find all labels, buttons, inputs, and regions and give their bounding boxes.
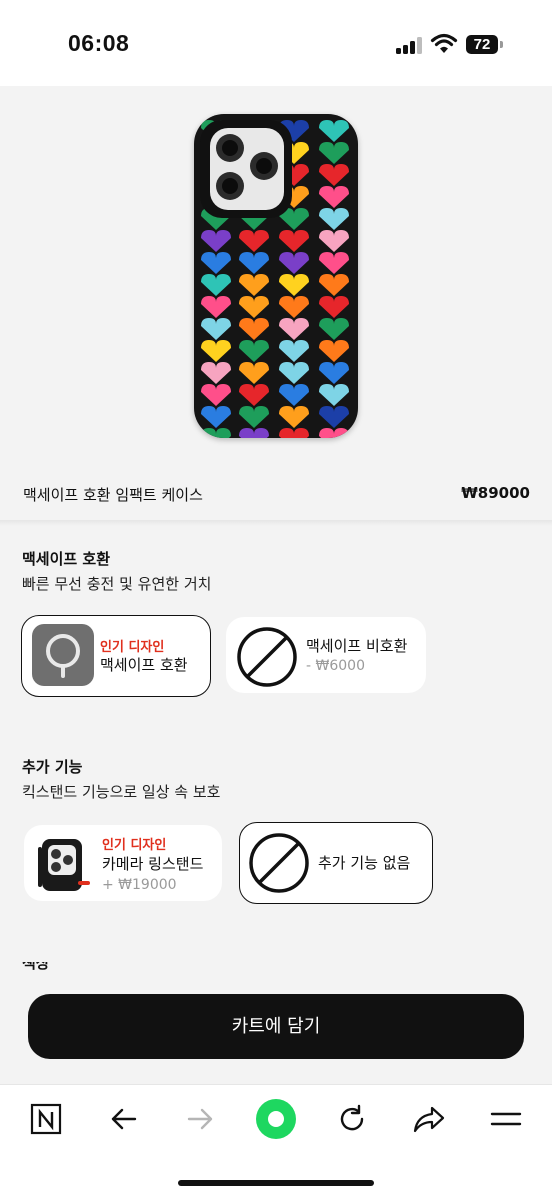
share-icon[interactable] (412, 1103, 446, 1135)
naver-n-icon[interactable] (30, 1103, 62, 1135)
camera-ring-stand-thumbnail-icon (38, 839, 90, 891)
forward-arrow-icon[interactable] (184, 1103, 216, 1135)
battery-indicator: 72 (466, 35, 498, 54)
home-indicator (178, 1180, 374, 1186)
wifi-icon (430, 33, 458, 53)
product-name: 맥세이프 호환 임팩트 케이스 (23, 486, 203, 504)
status-time: 06:08 (68, 30, 130, 56)
add-to-cart-button[interactable]: 카트에 담기 (28, 994, 524, 1059)
option-camera-ring-stand[interactable]: 인기 디자인 카메라 링스탠드 + ₩19000 (24, 825, 222, 901)
divider (0, 520, 552, 526)
back-arrow-icon[interactable] (108, 1103, 140, 1135)
extra-section-subtitle: 킥스탠드 기능으로 일상 속 보호 (22, 783, 221, 801)
popular-badge: 인기 디자인 (102, 838, 167, 853)
refresh-icon[interactable] (336, 1103, 368, 1135)
option-label: 맥세이프 호환 (100, 656, 188, 674)
product-case-image (194, 114, 358, 438)
magsafe-section-title: 맥세이프 호환 (22, 550, 111, 568)
signal-icon (396, 36, 424, 54)
product-price: ₩89000 (461, 484, 530, 502)
product-image-area (0, 86, 552, 476)
product-title-row: 맥세이프 호환 임팩트 케이스 ₩89000 (0, 476, 552, 520)
magsafe-thumbnail-icon (32, 624, 94, 686)
popular-badge: 인기 디자인 (100, 640, 165, 655)
battery-tip (500, 41, 503, 48)
none-icon (237, 627, 297, 687)
green-dot-icon[interactable] (256, 1099, 296, 1139)
option-no-extra-feature[interactable]: 추가 기능 없음 (239, 822, 433, 904)
option-price: + ₩19000 (102, 877, 177, 893)
option-magsafe-incompatible[interactable]: 맥세이프 비호환 - ₩6000 (226, 617, 426, 693)
option-price: - ₩6000 (306, 658, 365, 674)
magsafe-section-subtitle: 빠른 무선 충전 및 유연한 거치 (22, 575, 212, 593)
option-label: 카메라 링스탠드 (102, 855, 204, 873)
option-label: 맥세이프 비호환 (306, 637, 408, 655)
next-section-title-partial: 색상 (22, 962, 62, 970)
none-icon (249, 833, 309, 893)
option-magsafe-compatible[interactable]: 인기 디자인 맥세이프 호환 (21, 615, 211, 697)
option-label: 추가 기능 없음 (318, 854, 411, 872)
menu-icon[interactable] (490, 1103, 522, 1135)
status-bar: 06:08 72 (0, 0, 552, 86)
extra-section-title: 추가 기능 (22, 758, 83, 776)
